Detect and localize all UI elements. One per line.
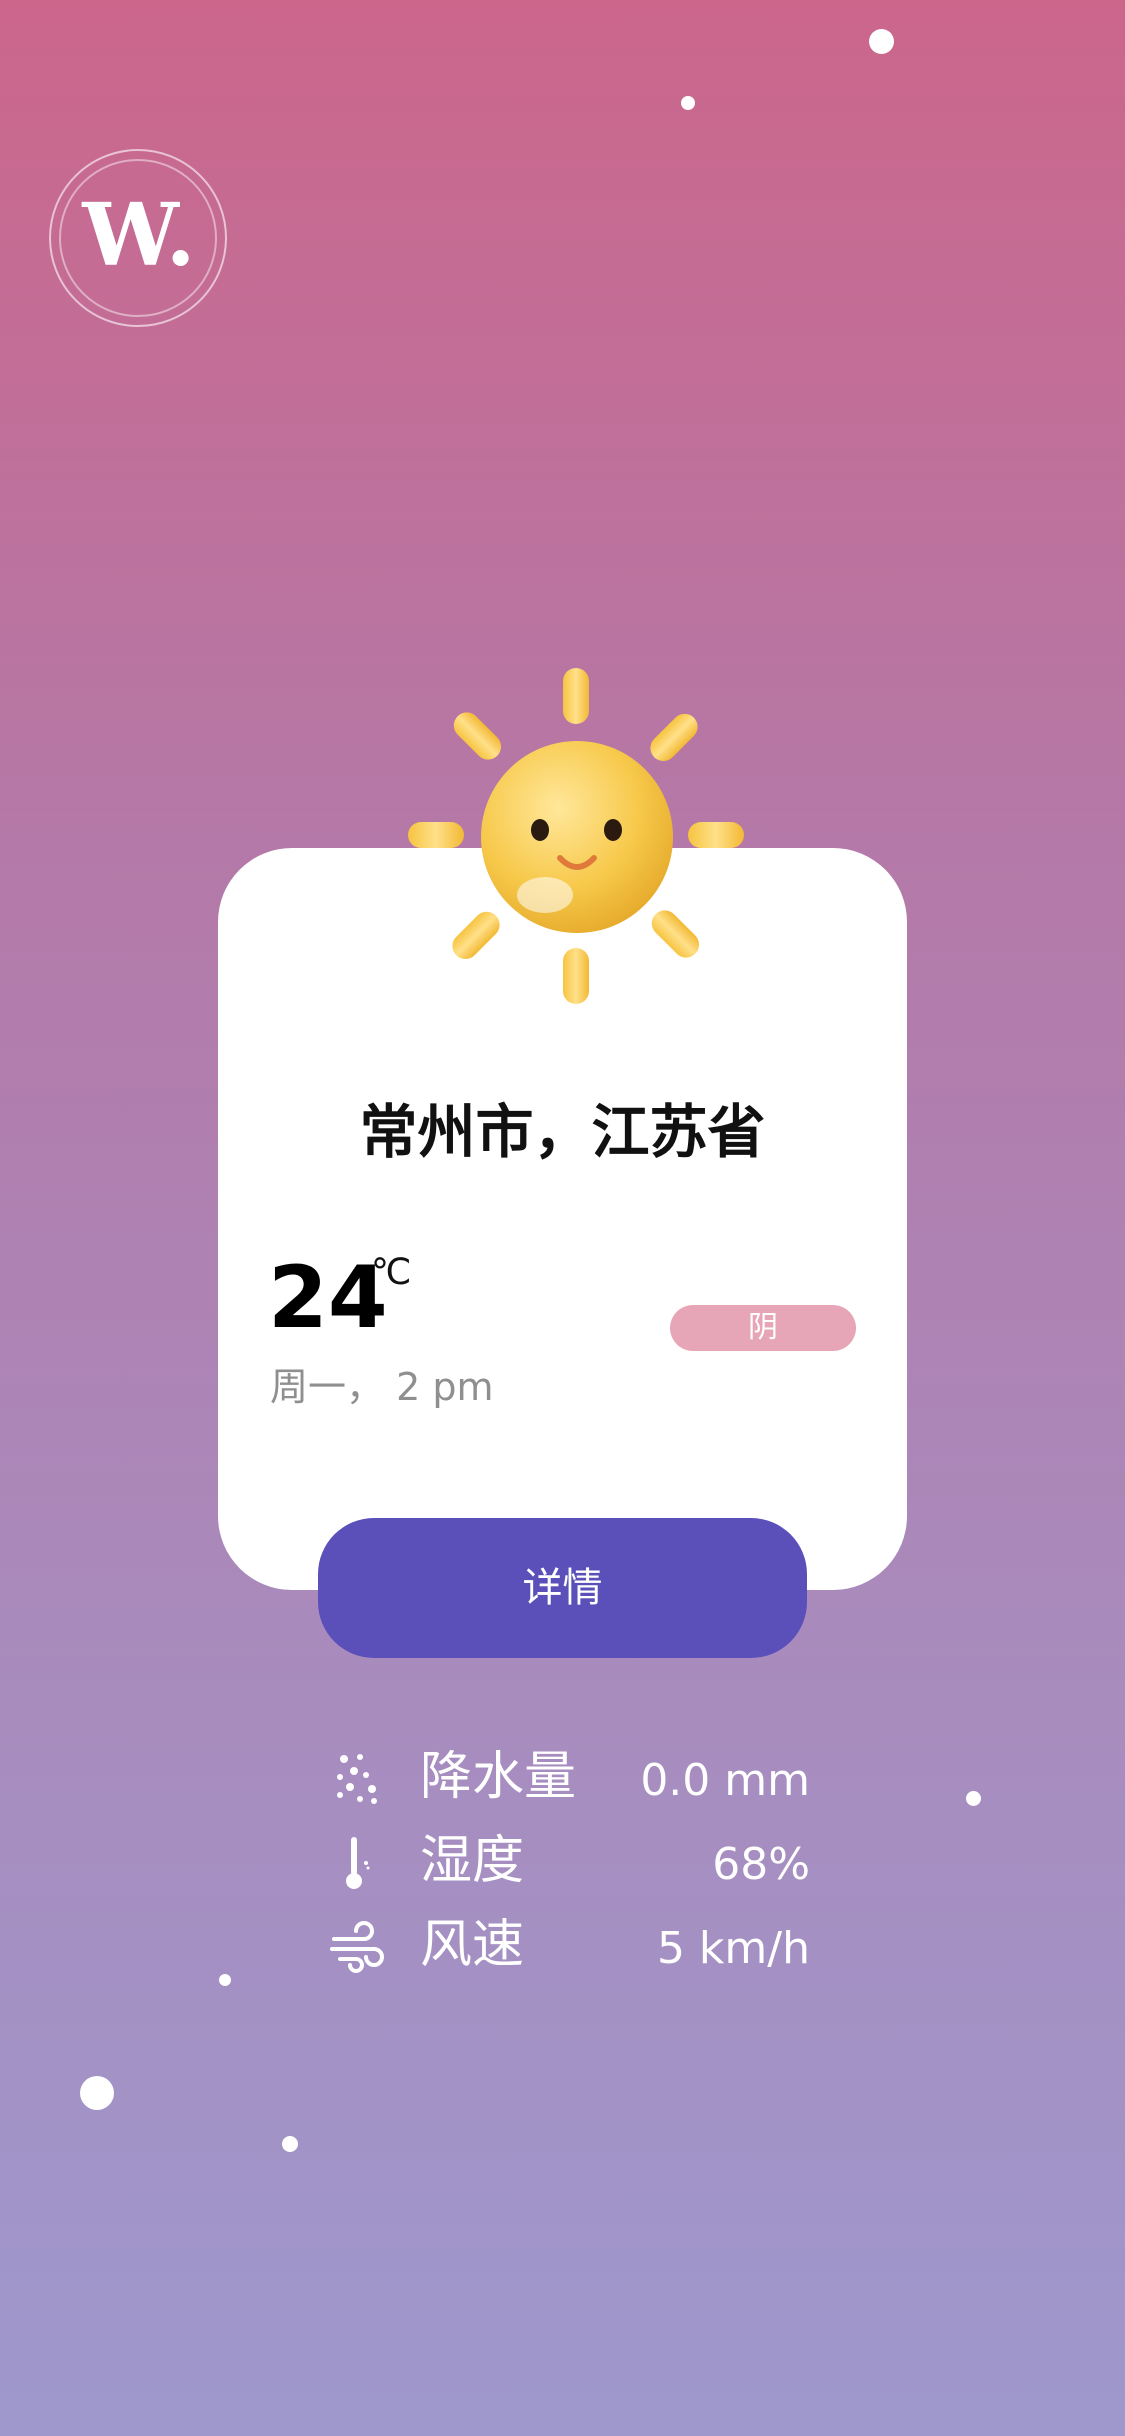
decorative-dot — [869, 29, 894, 54]
decorative-dot — [282, 2136, 298, 2152]
temperature-unit: ℃ — [371, 1252, 412, 1293]
thermometer-icon — [330, 1835, 386, 1891]
stat-value: 0.0 mm — [640, 1755, 810, 1806]
app-logo: W. — [47, 147, 229, 329]
precipitation-icon — [330, 1751, 386, 1807]
decorative-dot — [966, 1791, 981, 1806]
decorative-dot — [80, 2076, 114, 2110]
location-title: 常州市，江苏省 — [359, 1098, 766, 1166]
stat-label: 降水量 — [420, 1747, 577, 1807]
stat-precipitation: 降水量 0.0 mm — [320, 1743, 810, 1813]
stat-label: 湿度 — [420, 1831, 525, 1891]
stat-humidity: 湿度 68% — [320, 1827, 810, 1897]
wind-icon — [330, 1919, 386, 1975]
stat-wind: 风速 5 km/h — [320, 1911, 810, 1981]
details-button[interactable]: 详情 — [318, 1518, 807, 1658]
stat-label: 风速 — [420, 1915, 525, 1975]
smiling-sun-icon — [400, 660, 750, 1010]
date-time: 周一， 2 pm — [270, 1365, 494, 1409]
temperature-value: 24 — [268, 1248, 388, 1348]
stat-value: 5 km/h — [656, 1923, 810, 1974]
decorative-dot — [681, 96, 695, 110]
condition-badge: 阴 — [670, 1305, 856, 1351]
logo-text: W. — [81, 185, 195, 286]
stat-value: 68% — [712, 1839, 810, 1890]
decorative-dot — [219, 1974, 231, 1986]
